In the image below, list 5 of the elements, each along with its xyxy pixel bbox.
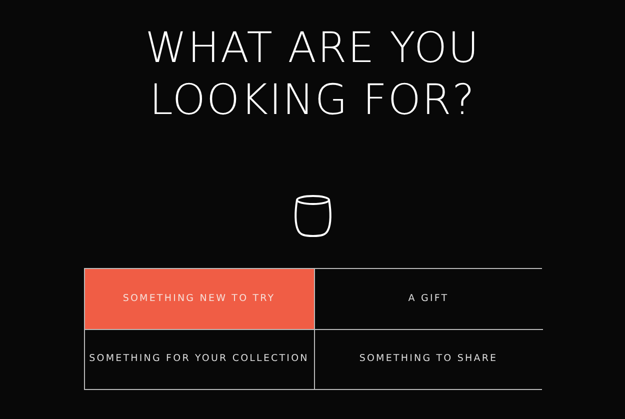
option-button[interactable]: A GIFT — [314, 269, 542, 329]
cup-icon — [292, 194, 332, 238]
option-button[interactable]: SOMETHING TO SHARE — [314, 329, 542, 389]
heading-line: LOOKING FOR? — [150, 74, 476, 126]
heading-line: WHAT ARE YOU — [145, 22, 480, 74]
